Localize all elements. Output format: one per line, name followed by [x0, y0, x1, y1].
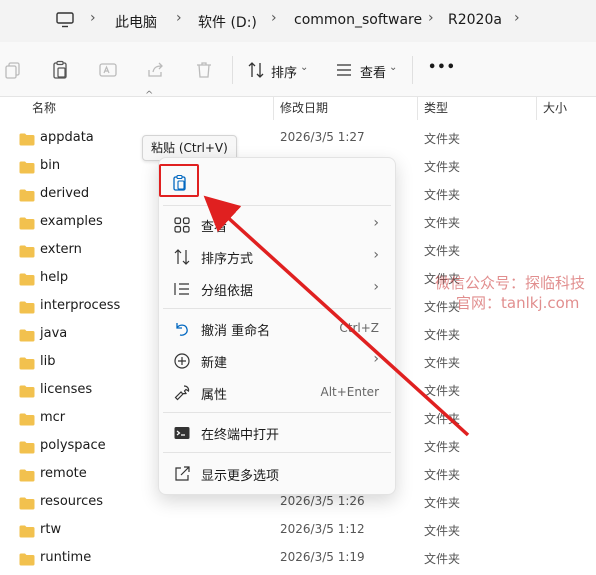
annotation-arrow	[203, 195, 470, 437]
